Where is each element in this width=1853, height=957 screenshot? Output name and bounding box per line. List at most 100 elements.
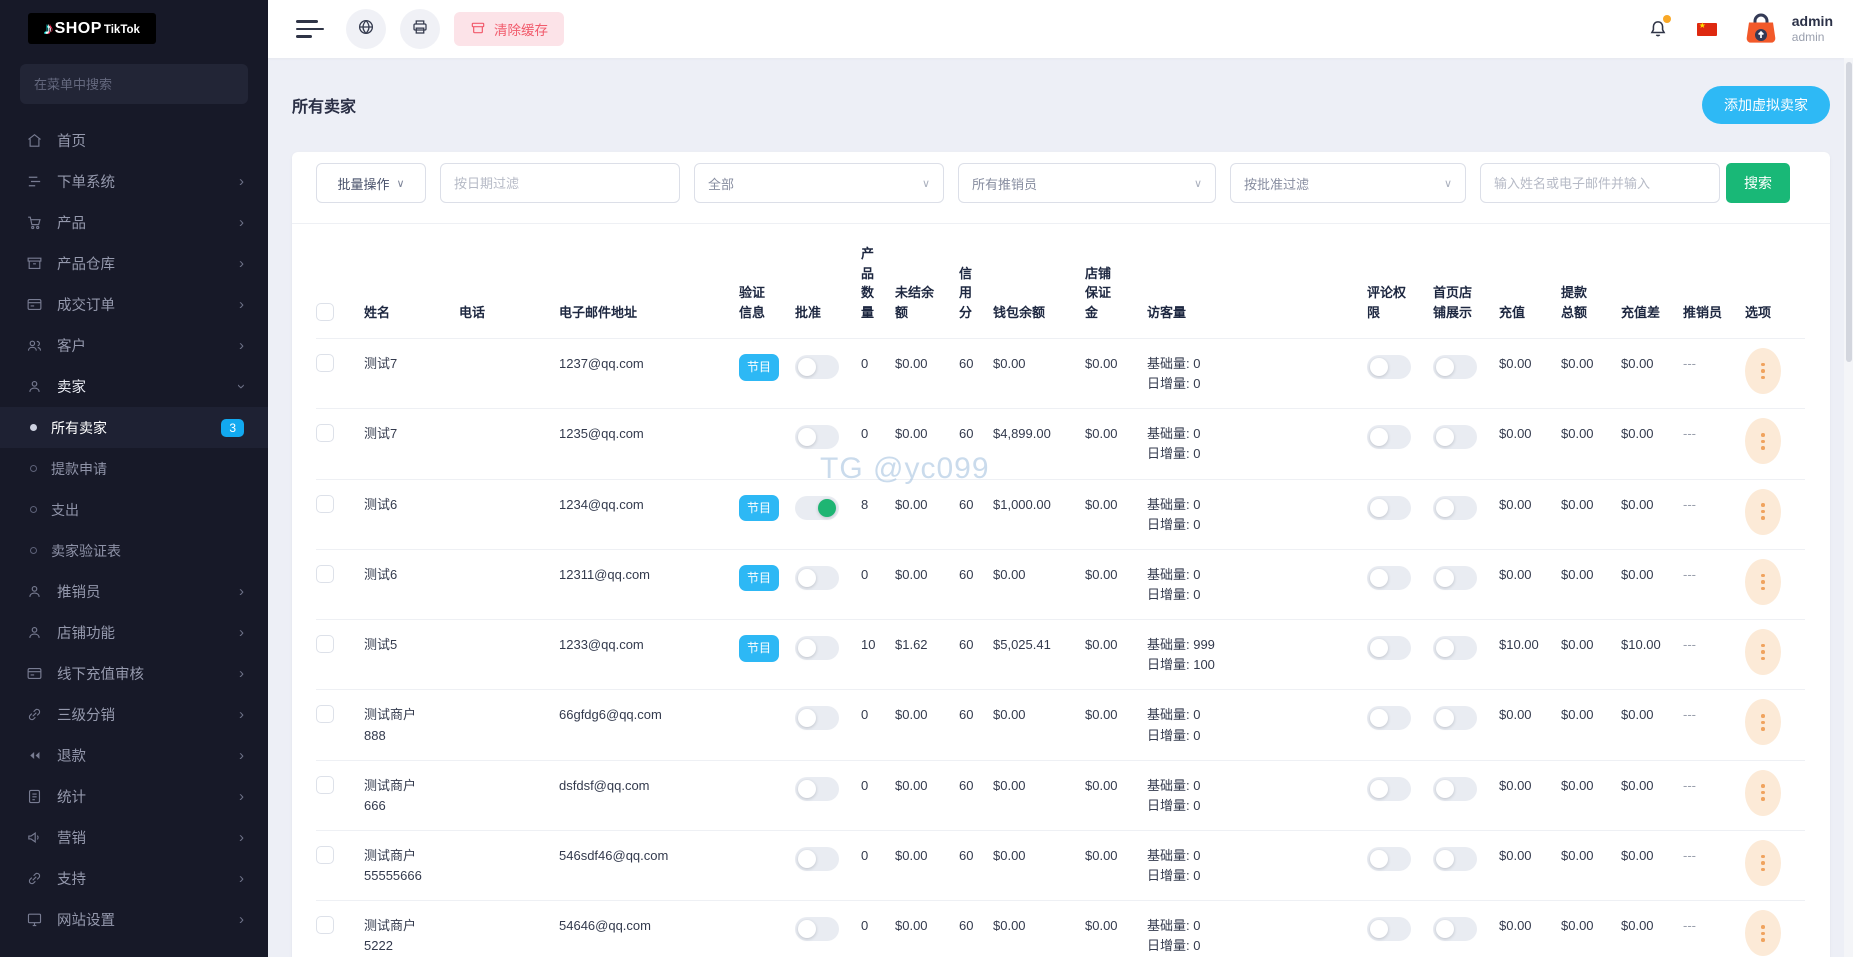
clear-cache-button[interactable]: 清除缓存 xyxy=(454,12,564,46)
row-checkbox[interactable] xyxy=(316,635,334,654)
homepage-display-toggle[interactable] xyxy=(1433,495,1477,520)
table-row: 测试商户 5222 54646@qq.com 0 $0.00 60 $0.00 $0.00 基… xyxy=(316,901,1805,957)
sidebar-toggle-icon[interactable] xyxy=(296,20,324,38)
approve-toggle[interactable] xyxy=(795,776,839,801)
comment-permission-toggle[interactable] xyxy=(1367,565,1411,590)
comment-permission-toggle[interactable] xyxy=(1367,706,1411,731)
sidebar-item-refunds[interactable]: 退款 › xyxy=(0,735,268,776)
homepage-display-toggle[interactable] xyxy=(1433,917,1477,942)
homepage-display-toggle[interactable] xyxy=(1433,846,1477,871)
row-checkbox[interactable] xyxy=(316,354,334,372)
select-all-checkbox[interactable] xyxy=(316,303,334,321)
approve-toggle[interactable] xyxy=(795,636,839,661)
sidebar-item-marketing[interactable]: 营销 › xyxy=(0,817,268,858)
sidebar-item-deal-orders[interactable]: 成交订单 › xyxy=(0,284,268,325)
credit-score: 60 xyxy=(959,918,974,934)
row-options-button[interactable] xyxy=(1745,910,1781,957)
sidebar-item-label: 线下充值审核 xyxy=(57,667,144,683)
topbar-right: ★ admin admin xyxy=(1647,9,1833,49)
approval-filter-select[interactable]: 按批准过滤 ∨ xyxy=(1230,163,1466,203)
comment-permission-toggle[interactable] xyxy=(1367,355,1411,379)
user-info[interactable]: admin admin xyxy=(1792,13,1833,46)
comment-permission-toggle[interactable] xyxy=(1367,495,1411,520)
homepage-display-toggle[interactable] xyxy=(1433,636,1477,661)
sidebar-item-sellers[interactable]: 卖家 › xyxy=(0,366,268,407)
table-header-row: 姓名 电话 电子邮件地址 验证 信息 批准产 品 数 量未结余 额信 用 分钱包余额 店铺… xyxy=(316,224,1805,339)
approve-toggle[interactable] xyxy=(795,425,839,450)
homepage-display-toggle[interactable] xyxy=(1433,565,1477,590)
row-checkbox[interactable] xyxy=(316,775,334,794)
sidebar-item-seller-verification[interactable]: 卖家验证表 xyxy=(0,530,268,571)
sidebar-item-three-level-distribution[interactable]: 三级分销 › xyxy=(0,694,268,735)
chevron-right-icon: › xyxy=(239,829,244,846)
row-checkbox[interactable] xyxy=(316,424,334,443)
row-options-button[interactable] xyxy=(1745,418,1781,465)
sidebar-item-website-settings[interactable]: 网站设置 › xyxy=(0,899,268,940)
search-button[interactable]: 搜索 xyxy=(1726,163,1790,203)
product-count: 0 xyxy=(861,918,869,934)
bulk-actions-dropdown[interactable]: 批量操作 ∨ xyxy=(316,163,426,203)
row-checkbox[interactable] xyxy=(316,564,334,583)
row-options-button[interactable] xyxy=(1745,699,1781,746)
row-options-button[interactable] xyxy=(1745,348,1781,394)
chevron-right-icon: › xyxy=(239,337,244,354)
approve-toggle[interactable] xyxy=(795,846,839,871)
sidebar-item-support[interactable]: 支持 › xyxy=(0,858,268,899)
sidebar-item-products[interactable]: 产品 › xyxy=(0,202,268,243)
brand-logo[interactable]: ♪ SHOP TikTok xyxy=(28,13,156,44)
sidebar-item-statistics[interactable]: 统计 › xyxy=(0,776,268,817)
recharge-amount: $0.00 xyxy=(1499,426,1532,442)
menu-search-input[interactable] xyxy=(20,64,248,104)
sidebar-item-withdraw-requests[interactable]: 提款申请 xyxy=(0,448,268,489)
comment-permission-toggle[interactable] xyxy=(1367,636,1411,661)
table-row: 测试7 1237@qq.com 节目 0 $0.00 60 $0.00 $0.00 基础量: 0… xyxy=(316,338,1805,410)
comment-permission-toggle[interactable] xyxy=(1367,917,1411,942)
seller-email: 66gfdg6@qq.com xyxy=(559,707,662,723)
homepage-display-toggle[interactable] xyxy=(1433,706,1477,731)
language-globe-button[interactable] xyxy=(346,9,386,49)
comment-permission-toggle[interactable] xyxy=(1367,776,1411,801)
approve-toggle[interactable] xyxy=(795,706,839,731)
comment-permission-toggle[interactable] xyxy=(1367,846,1411,871)
sidebar-item-offline-recharge-review[interactable]: 线下充值审核 › xyxy=(0,653,268,694)
approve-toggle[interactable] xyxy=(795,495,839,520)
row-checkbox[interactable] xyxy=(316,916,334,935)
row-checkbox[interactable] xyxy=(316,845,334,864)
visitor-daily: 日增量: 0 xyxy=(1147,516,1201,532)
status-select[interactable]: 全部 ∨ xyxy=(694,163,944,203)
row-checkbox[interactable] xyxy=(316,705,334,724)
print-button[interactable] xyxy=(400,9,440,49)
sidebar-item-salesmen[interactable]: 推销员 › xyxy=(0,571,268,612)
row-options-button[interactable] xyxy=(1745,839,1781,886)
row-options-button[interactable] xyxy=(1745,769,1781,816)
approve-toggle[interactable] xyxy=(795,355,839,379)
sidebar-item-all-sellers[interactable]: 所有卖家 3 xyxy=(0,407,268,448)
page-head: 所有卖家 添加虚拟卖家 xyxy=(292,84,1830,126)
approve-toggle[interactable] xyxy=(795,917,839,942)
sidebar-item-expenses[interactable]: 支出 xyxy=(0,489,268,530)
sidebar-item-shop-features[interactable]: 店铺功能 › xyxy=(0,612,268,653)
salesman-select[interactable]: 所有推销员 ∨ xyxy=(958,163,1216,203)
homepage-display-toggle[interactable] xyxy=(1433,776,1477,801)
homepage-display-toggle[interactable] xyxy=(1433,425,1477,450)
sidebar-item-customers[interactable]: 客户 › xyxy=(0,325,268,366)
sidebar-item-product-warehouse[interactable]: 产品仓库 › xyxy=(0,243,268,284)
approve-toggle[interactable] xyxy=(795,565,839,590)
comment-permission-toggle[interactable] xyxy=(1367,425,1411,450)
row-options-button[interactable] xyxy=(1745,558,1781,605)
page-scrollbar[interactable] xyxy=(1844,58,1853,957)
row-options-button[interactable] xyxy=(1745,629,1781,676)
row-options-button[interactable] xyxy=(1745,488,1781,535)
add-virtual-seller-button[interactable]: 添加虚拟卖家 xyxy=(1702,86,1830,124)
search-input[interactable] xyxy=(1480,163,1720,203)
date-filter-input[interactable] xyxy=(440,163,680,203)
homepage-display-toggle[interactable] xyxy=(1433,355,1477,379)
avatar[interactable] xyxy=(1741,9,1781,49)
language-flag-icon[interactable]: ★ xyxy=(1696,21,1717,36)
row-checkbox[interactable] xyxy=(316,494,334,513)
scrollbar-thumb[interactable] xyxy=(1845,62,1852,362)
sidebar-item-order-system[interactable]: 下单系统 › xyxy=(0,161,268,202)
withdraw-total: $0.00 xyxy=(1561,356,1594,371)
sidebar-item-home[interactable]: 首页 xyxy=(0,120,268,161)
notifications-button[interactable] xyxy=(1647,15,1671,40)
